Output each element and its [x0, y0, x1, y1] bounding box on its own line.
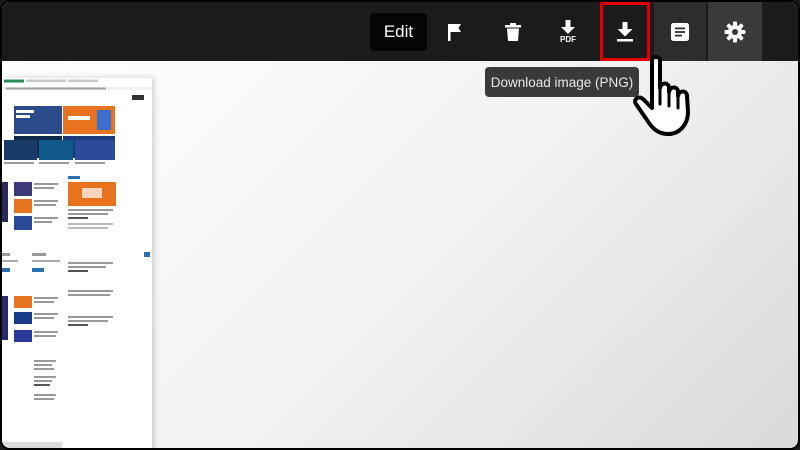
settings-button[interactable] — [708, 2, 762, 61]
top-toolbar: Edit PDF — [2, 2, 798, 61]
edit-button[interactable]: Edit — [370, 13, 427, 51]
download-png-button[interactable] — [600, 2, 650, 61]
page-thumbnail-content — [2, 78, 152, 448]
screenshot-frame: Edit PDF Download image (PNG) — [0, 0, 800, 450]
page-thumbnail — [2, 78, 152, 448]
download-tooltip: Download image (PNG) — [485, 67, 639, 97]
delete-button[interactable] — [490, 2, 536, 61]
download-pdf-button[interactable]: PDF — [544, 2, 592, 61]
flag-button[interactable] — [432, 2, 478, 61]
flag-icon — [448, 23, 461, 41]
notes-button[interactable] — [654, 2, 706, 61]
notes-icon — [671, 22, 689, 41]
gear-icon — [724, 21, 746, 42]
trash-icon — [505, 22, 521, 41]
edit-button-label: Edit — [383, 22, 414, 41]
tooltip-text: Download image (PNG) — [490, 74, 634, 90]
pointing-hand-cursor-icon — [633, 55, 690, 136]
download-icon — [617, 21, 633, 41]
pdf-label: PDF — [560, 34, 576, 44]
